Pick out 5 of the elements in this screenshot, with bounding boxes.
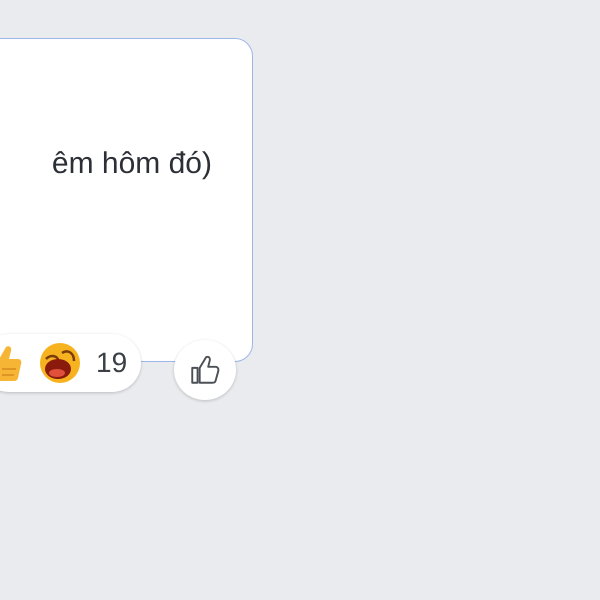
laughing-face-icon <box>38 341 82 385</box>
reaction-summary[interactable]: 19 <box>0 334 142 392</box>
comment-text: êm hôm đó) <box>50 147 213 181</box>
like-button[interactable] <box>174 340 236 400</box>
reaction-count: 19 <box>96 347 128 379</box>
